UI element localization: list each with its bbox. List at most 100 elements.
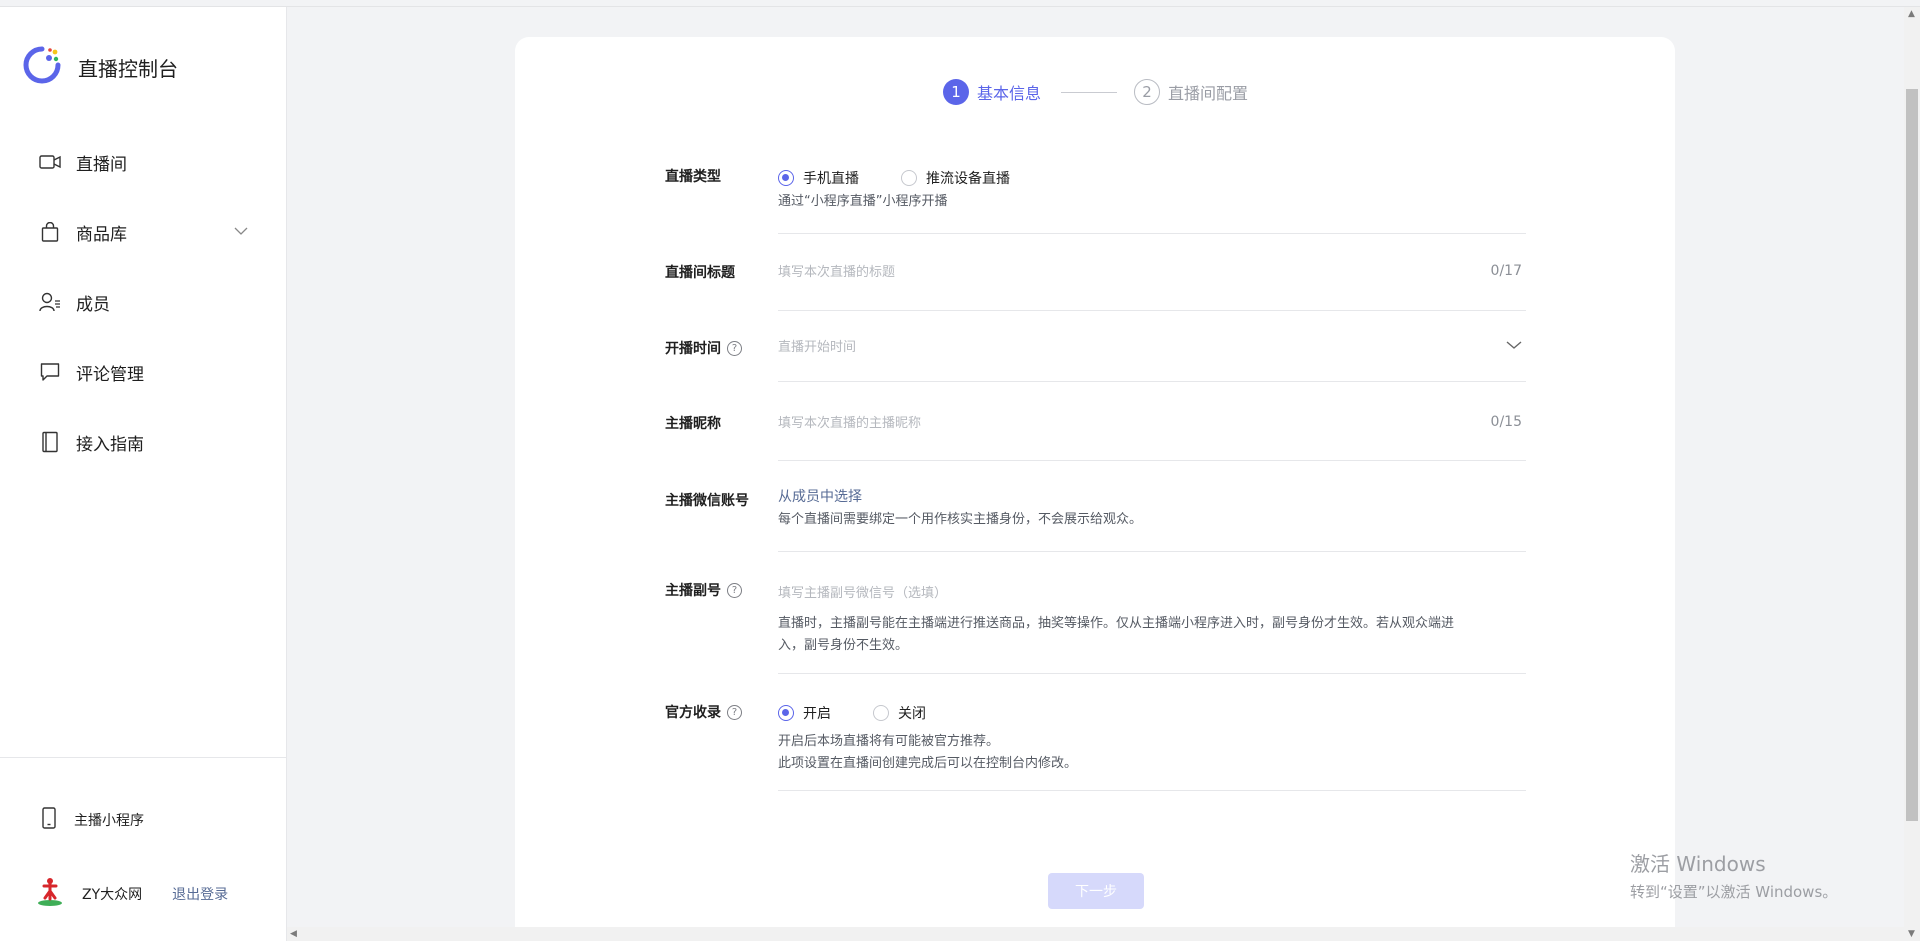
start-time-label: 开播时间 ? bbox=[665, 338, 742, 358]
official-index-hint-1: 开启后本场直播将有可能被官方推荐。 bbox=[778, 734, 1000, 749]
nav-item-guide[interactable]: 接入指南 bbox=[38, 427, 248, 457]
chevron-down-icon[interactable] bbox=[234, 221, 248, 240]
official-index-label: 官方收录 ? bbox=[665, 702, 742, 722]
anchor-nickname-label: 主播昵称 bbox=[665, 413, 721, 433]
row-divider bbox=[778, 790, 1526, 791]
mini-program-link[interactable]: 主播小程序 bbox=[42, 807, 144, 833]
user-area: ZY大众网 退出登录 bbox=[36, 877, 266, 911]
sidebar-divider bbox=[0, 757, 287, 758]
nav-item-members[interactable]: 成员 bbox=[38, 287, 248, 317]
anchor-nickname-input[interactable]: 填写本次直播的主播昵称 0/15 bbox=[778, 412, 1526, 432]
nav-label: 成员 bbox=[76, 294, 110, 315]
row-divider bbox=[778, 233, 1526, 234]
scroll-down-arrow-icon[interactable]: ▼ bbox=[1908, 929, 1915, 939]
phone-icon bbox=[42, 807, 56, 833]
user-name: ZY大众网 bbox=[82, 887, 143, 903]
nav-item-comments[interactable]: 评论管理 bbox=[38, 357, 248, 387]
radio-label: 关闭 bbox=[898, 706, 926, 722]
room-title-input[interactable]: 填写本次直播的标题 0/17 bbox=[778, 261, 1526, 281]
page: 直播控制台 直播间 商品库 成员 评论管理 接入指南 主播小程序 ZY大众网 退… bbox=[0, 0, 1920, 941]
live-type-field: 手机直播 推流设备直播 通过“小程序直播”小程序开播 bbox=[778, 168, 1526, 213]
scroll-up-arrow-icon[interactable]: ▲ bbox=[1908, 9, 1915, 19]
nav-label: 商品库 bbox=[76, 224, 127, 245]
row-divider bbox=[778, 551, 1526, 552]
help-icon[interactable]: ? bbox=[727, 582, 742, 598]
label-text: 直播类型 bbox=[665, 169, 721, 185]
chevron-down-icon bbox=[1506, 338, 1526, 354]
label-text: 直播间标题 bbox=[665, 265, 735, 281]
label-text: 官方收录 bbox=[665, 705, 721, 721]
label-text: 主播昵称 bbox=[665, 416, 721, 432]
brand-title: 直播控制台 bbox=[78, 56, 178, 81]
scroll-left-arrow-icon[interactable]: ◀ bbox=[290, 929, 297, 939]
video-camera-icon bbox=[38, 150, 62, 174]
live-type-hint: 通过“小程序直播”小程序开播 bbox=[778, 194, 948, 209]
radio-on[interactable]: 开启 bbox=[778, 703, 831, 723]
anchor-nickname-placeholder: 填写本次直播的主播昵称 bbox=[778, 416, 922, 431]
radio-stream-device-live[interactable]: 推流设备直播 bbox=[901, 168, 1010, 188]
label-text: 开播时间 bbox=[665, 341, 721, 357]
sub-anchor-label: 主播副号 ? bbox=[665, 580, 742, 600]
start-time-placeholder: 直播开始时间 bbox=[778, 340, 857, 355]
select-from-members-link[interactable]: 从成员中选择 bbox=[778, 486, 1526, 506]
row-divider bbox=[778, 460, 1526, 461]
vertical-scrollbar[interactable]: ▲ ▼ bbox=[1904, 7, 1920, 941]
logout-link[interactable]: 退出登录 bbox=[172, 884, 228, 904]
row-divider bbox=[778, 381, 1526, 382]
start-time-select[interactable]: 直播开始时间 bbox=[778, 336, 1526, 355]
live-type-label: 直播类型 bbox=[665, 166, 721, 186]
sidebar: 直播控制台 直播间 商品库 成员 评论管理 接入指南 主播小程序 ZY大众网 退… bbox=[0, 7, 287, 941]
radio-dot bbox=[778, 705, 794, 721]
watermark-line-1: 激活 Windows bbox=[1630, 852, 1766, 876]
sub-anchor-hint-2: 入，副号身份不生效。 bbox=[778, 638, 909, 653]
step-label: 直播间配置 bbox=[1168, 84, 1249, 103]
sub-anchor-input[interactable]: 填写主播副号微信号（选填） bbox=[778, 582, 1526, 601]
step-connector bbox=[1061, 91, 1118, 93]
windows-activation-watermark: 激活 Windows 转到“设置”以激活 Windows。 bbox=[1630, 848, 1837, 902]
radio-dot bbox=[901, 170, 917, 186]
radio-dot bbox=[778, 170, 794, 186]
sub-anchor-hint-1: 直播时，主播副号能在主播端进行推送商品，抽奖等操作。仅从主播端小程序进入时，副号… bbox=[778, 616, 1455, 631]
member-icon bbox=[38, 290, 62, 314]
radio-dot bbox=[873, 705, 889, 721]
anchor-wechat-field: 从成员中选择 每个直播间需要绑定一个用作核实主播身份，不会展示给观众。 bbox=[778, 486, 1526, 531]
label-text: 主播副号 bbox=[665, 583, 721, 599]
watermark-line-2: 转到“设置”以激活 Windows。 bbox=[1630, 883, 1838, 901]
sub-anchor-placeholder: 填写主播副号微信号（选填） bbox=[778, 586, 948, 601]
step-number: 2 bbox=[1134, 79, 1161, 105]
help-icon[interactable]: ? bbox=[727, 340, 742, 356]
shopping-bag-icon bbox=[38, 220, 62, 244]
radio-label: 推流设备直播 bbox=[926, 171, 1010, 187]
nav-label: 评论管理 bbox=[76, 364, 144, 385]
brand-logo-icon bbox=[22, 45, 62, 89]
room-title-label: 直播间标题 bbox=[665, 262, 735, 282]
nav-label: 接入指南 bbox=[76, 434, 144, 455]
anchor-nickname-counter: 0/15 bbox=[1490, 413, 1522, 430]
top-border bbox=[0, 0, 1920, 7]
label-text: 主播微信账号 bbox=[665, 493, 749, 509]
radio-label: 开启 bbox=[803, 706, 831, 722]
anchor-wechat-hint: 每个直播间需要绑定一个用作核实主播身份，不会展示给观众。 bbox=[778, 512, 1143, 527]
radio-off[interactable]: 关闭 bbox=[873, 703, 926, 723]
official-index-hint-2: 此项设置在直播间创建完成后可以在控制台内修改。 bbox=[778, 756, 1078, 771]
row-divider bbox=[778, 310, 1526, 311]
comment-icon bbox=[38, 360, 62, 384]
radio-label: 手机直播 bbox=[803, 171, 859, 187]
official-index-radio-group: 开启 关闭 bbox=[778, 703, 1526, 723]
anchor-wechat-label: 主播微信账号 bbox=[665, 490, 749, 510]
next-step-button[interactable]: 下一步 bbox=[1048, 873, 1144, 909]
scrollbar-thumb[interactable] bbox=[1906, 89, 1918, 821]
step-room-config: 2 直播间配置 bbox=[1134, 79, 1248, 105]
radio-mobile-live[interactable]: 手机直播 bbox=[778, 168, 859, 188]
avatar bbox=[36, 877, 64, 911]
live-type-radio-group: 手机直播 推流设备直播 bbox=[778, 168, 1526, 188]
nav-item-product-library[interactable]: 商品库 bbox=[38, 217, 248, 247]
horizontal-scrollbar[interactable]: ◀ bbox=[287, 927, 1904, 941]
nav-item-live-room[interactable]: 直播间 bbox=[38, 147, 248, 177]
official-index-field: 开启 关闭 开启后本场直播将有可能被官方推荐。 此项设置在直播间创建完成后可以在… bbox=[778, 703, 1526, 775]
help-icon[interactable]: ? bbox=[727, 704, 742, 720]
step-basic-info: 1 基本信息 bbox=[943, 79, 1041, 105]
step-number: 1 bbox=[943, 79, 969, 105]
brand[interactable]: 直播控制台 bbox=[22, 45, 178, 89]
room-title-placeholder: 填写本次直播的标题 bbox=[778, 265, 896, 280]
